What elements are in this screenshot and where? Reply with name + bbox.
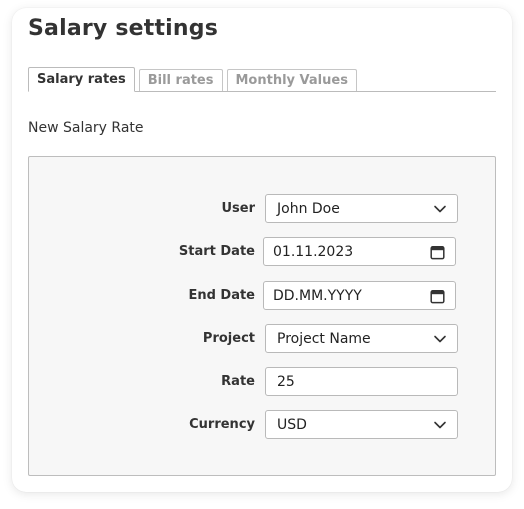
rate-row: Rate 25	[29, 367, 495, 397]
calendar-icon[interactable]	[430, 288, 445, 304]
user-row: User John Doe	[29, 194, 495, 224]
user-select[interactable]: John Doe	[265, 194, 458, 223]
salary-settings-card: Salary settings Salary rates Bill rates …	[12, 8, 512, 492]
end-date-label: End Date	[188, 288, 255, 303]
start-date-input[interactable]: 01.11.2023	[263, 237, 456, 266]
chevron-down-icon	[434, 205, 446, 213]
project-select[interactable]: Project Name	[265, 324, 458, 353]
user-select-value: John Doe	[277, 201, 340, 217]
rate-value: 25	[277, 374, 295, 390]
currency-select[interactable]: USD	[265, 410, 458, 439]
tab-salary-rates[interactable]: Salary rates	[28, 67, 135, 92]
tab-bill-rates[interactable]: Bill rates	[138, 69, 223, 91]
tab-bar: Salary rates Bill rates Monthly Values	[28, 66, 496, 92]
section-title: New Salary Rate	[28, 120, 144, 136]
rate-input[interactable]: 25	[265, 367, 458, 396]
chevron-down-icon	[434, 335, 446, 343]
end-date-row: End Date DD.MM.YYYY	[29, 281, 495, 311]
calendar-icon[interactable]	[430, 244, 445, 260]
currency-row: Currency USD	[29, 410, 495, 440]
project-select-value: Project Name	[277, 331, 371, 347]
currency-select-value: USD	[277, 417, 307, 433]
currency-label: Currency	[189, 417, 255, 432]
rate-label: Rate	[221, 374, 255, 389]
user-label: User	[221, 201, 255, 216]
project-row: Project Project Name	[29, 324, 495, 354]
page-title: Salary settings	[28, 16, 219, 41]
chevron-down-icon	[434, 421, 446, 429]
start-date-label: Start Date	[178, 244, 255, 259]
end-date-placeholder: DD.MM.YYYY	[273, 288, 362, 304]
start-date-row: Start Date 01.11.2023	[29, 237, 495, 267]
start-date-value: 01.11.2023	[273, 244, 354, 260]
new-salary-rate-form: User John Doe Start Date 01.11.2023 End …	[28, 156, 496, 476]
tab-monthly-values[interactable]: Monthly Values	[226, 69, 357, 91]
project-label: Project	[202, 331, 255, 346]
end-date-input[interactable]: DD.MM.YYYY	[263, 281, 456, 310]
